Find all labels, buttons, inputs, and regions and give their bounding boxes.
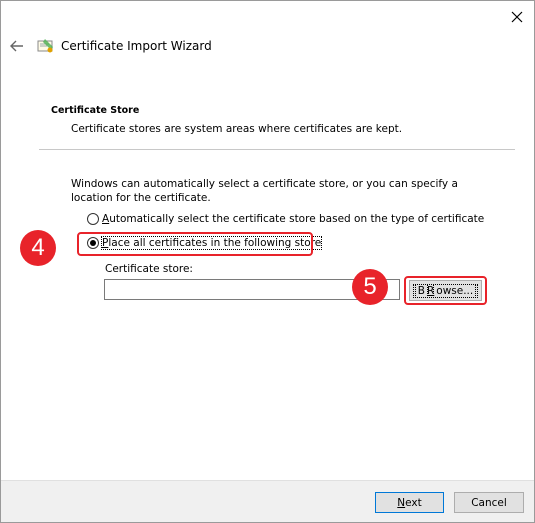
cancel-button[interactable]: Cancel [454,492,524,513]
next-button-label: Next [397,496,422,509]
back-button[interactable] [7,36,27,56]
close-icon [511,11,523,23]
step-4-badge: 4 [20,230,56,266]
section-description: Certificate stores are system areas wher… [71,123,403,135]
browse-button[interactable]: B Rowse... [409,280,482,301]
step-5-badge: 5 [352,269,388,305]
certificate-store-label: Certificate store: [105,263,193,275]
browse-button-label: B Rowse... [412,283,479,298]
next-button[interactable]: Next [375,492,444,513]
highlight-box-radio [77,232,313,256]
separator [39,149,515,150]
wizard-title: Certificate Import Wizard [61,39,212,53]
section-title: Certificate Store [51,105,140,116]
back-arrow-icon [10,40,23,52]
wizard-window: Certificate Import Wizard Certificate St… [0,0,535,523]
close-button[interactable] [506,7,528,27]
certificate-icon [37,39,53,53]
auto-select-radio[interactable] [87,213,99,225]
intro-text: Windows can automatically select a certi… [71,178,458,204]
auto-select-option[interactable]: Automatically select the certificate sto… [87,213,484,225]
auto-select-label: Automatically select the certificate sto… [102,213,485,225]
